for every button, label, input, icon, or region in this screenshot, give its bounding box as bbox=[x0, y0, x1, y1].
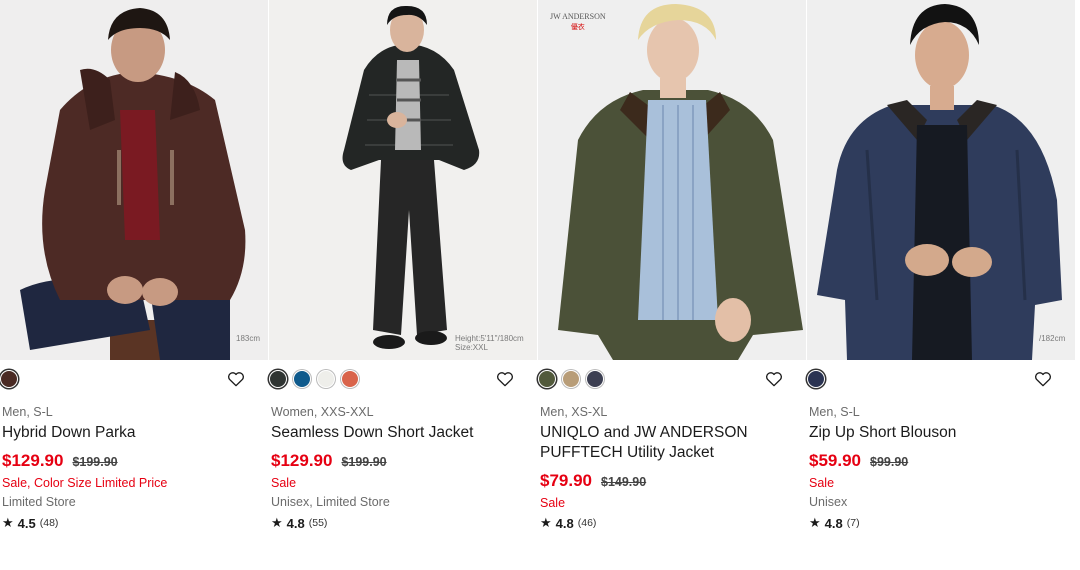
price-row: $129.90 $199.90 bbox=[269, 451, 537, 471]
color-swatch[interactable] bbox=[807, 370, 825, 388]
product-card[interactable]: 183cm Men, S-L Hybrid Down Parka $129.90… bbox=[0, 0, 268, 532]
star-icon: ★ bbox=[540, 515, 552, 530]
availability: Unisex, Limited Store bbox=[271, 495, 390, 509]
color-swatch[interactable] bbox=[538, 370, 556, 388]
rating: ★ 4.5 (48) bbox=[0, 514, 268, 532]
original-price: $99.90 bbox=[870, 455, 909, 469]
rating-value: 4.5 bbox=[17, 515, 36, 531]
product-card[interactable]: Height:5'11"/180cm Size:XXL Women, XXS-X… bbox=[269, 0, 537, 532]
rating-value: 4.8 bbox=[824, 515, 843, 531]
product-name[interactable]: Hybrid Down Parka bbox=[0, 423, 242, 443]
model-height-tag: 183cm bbox=[236, 334, 261, 343]
gender-size: Men, S-L bbox=[809, 405, 860, 419]
color-swatch[interactable] bbox=[586, 370, 604, 388]
rating: ★ 4.8 (46) bbox=[538, 514, 806, 532]
star-icon: ★ bbox=[271, 515, 283, 530]
product-image[interactable]: Height:5'11"/180cm Size:XXL bbox=[269, 0, 537, 360]
product-name-line: Zip Up Short Blouson bbox=[809, 424, 957, 441]
star-icon: ★ bbox=[809, 515, 821, 530]
gender-size: Women, XXS-XXL bbox=[271, 405, 374, 419]
price-row: $79.90 $149.90 bbox=[538, 471, 806, 491]
product-name-line: PUFFTECH Utility Jacket bbox=[540, 444, 714, 461]
sale-price: $59.90 bbox=[809, 451, 861, 470]
rating-value: 4.8 bbox=[286, 515, 305, 531]
sale-note: Sale bbox=[271, 476, 297, 490]
sale-price: $79.90 bbox=[540, 471, 592, 490]
color-swatch[interactable] bbox=[317, 370, 335, 388]
original-price: $149.90 bbox=[601, 475, 647, 489]
sale-note: Sale bbox=[809, 476, 835, 490]
price-row: $129.90 $199.90 bbox=[0, 451, 268, 471]
product-name[interactable]: UNIQLO and JW ANDERSON PUFFTECH Utility … bbox=[538, 423, 780, 463]
original-price: $199.90 bbox=[341, 455, 387, 469]
sale-price: $129.90 bbox=[2, 451, 64, 470]
sale-price: $129.90 bbox=[271, 451, 333, 470]
color-swatch[interactable] bbox=[293, 370, 311, 388]
product-image[interactable]: JW ANDERSON 優衣 bbox=[538, 0, 806, 360]
color-swatch[interactable] bbox=[269, 370, 287, 388]
color-swatch-row bbox=[538, 360, 806, 400]
product-name-line: Seamless Down Short Jacket bbox=[271, 424, 474, 441]
color-swatch[interactable] bbox=[341, 370, 359, 388]
color-swatch-row bbox=[807, 360, 1075, 400]
gender-size: Men, S-L bbox=[2, 405, 53, 419]
heart-outline-icon[interactable] bbox=[226, 369, 246, 389]
review-count[interactable]: (55) bbox=[309, 517, 328, 529]
sale-note: Sale, Color Size Limited Price bbox=[2, 476, 168, 490]
brand-logo: JW ANDERSON 優衣 bbox=[550, 12, 606, 31]
heart-outline-icon[interactable] bbox=[1033, 369, 1053, 389]
review-count[interactable]: (48) bbox=[40, 517, 59, 529]
product-image[interactable]: 183cm bbox=[0, 0, 268, 360]
star-icon: ★ bbox=[2, 515, 14, 530]
product-name[interactable]: Zip Up Short Blouson bbox=[807, 423, 1049, 443]
model-height-tag: Height:5'11"/180cm Size:XXL bbox=[455, 334, 524, 352]
model-height-tag: /182cm bbox=[1039, 334, 1066, 343]
product-name-line: UNIQLO and JW ANDERSON bbox=[540, 424, 748, 441]
price-row: $59.90 $99.90 bbox=[807, 451, 1075, 471]
heart-outline-icon[interactable] bbox=[495, 369, 515, 389]
product-image[interactable]: /182cm bbox=[807, 0, 1075, 360]
availability: Unisex bbox=[809, 495, 848, 509]
original-price: $199.90 bbox=[72, 455, 118, 469]
color-swatch[interactable] bbox=[562, 370, 580, 388]
product-name[interactable]: Seamless Down Short Jacket bbox=[269, 423, 511, 443]
rating: ★ 4.8 (55) bbox=[269, 514, 537, 532]
gender-size: Men, XS-XL bbox=[540, 405, 608, 419]
color-swatch[interactable] bbox=[0, 370, 18, 388]
heart-outline-icon[interactable] bbox=[764, 369, 784, 389]
rating-value: 4.8 bbox=[555, 515, 574, 531]
product-card[interactable]: /182cm Men, S-L Zip Up Short Blouson $59… bbox=[807, 0, 1075, 532]
availability: Limited Store bbox=[2, 495, 76, 509]
review-count[interactable]: (7) bbox=[847, 517, 860, 529]
rating: ★ 4.8 (7) bbox=[807, 514, 1075, 532]
product-card[interactable]: JW ANDERSON 優衣 Men, XS-XL UNIQLO and JW … bbox=[538, 0, 806, 532]
color-swatch-row bbox=[0, 360, 268, 400]
product-name-line: Hybrid Down Parka bbox=[2, 424, 136, 441]
product-grid: 183cm Men, S-L Hybrid Down Parka $129.90… bbox=[0, 0, 1080, 532]
color-swatch-row bbox=[269, 360, 537, 400]
sale-note: Sale bbox=[540, 496, 566, 510]
review-count[interactable]: (46) bbox=[578, 517, 597, 529]
